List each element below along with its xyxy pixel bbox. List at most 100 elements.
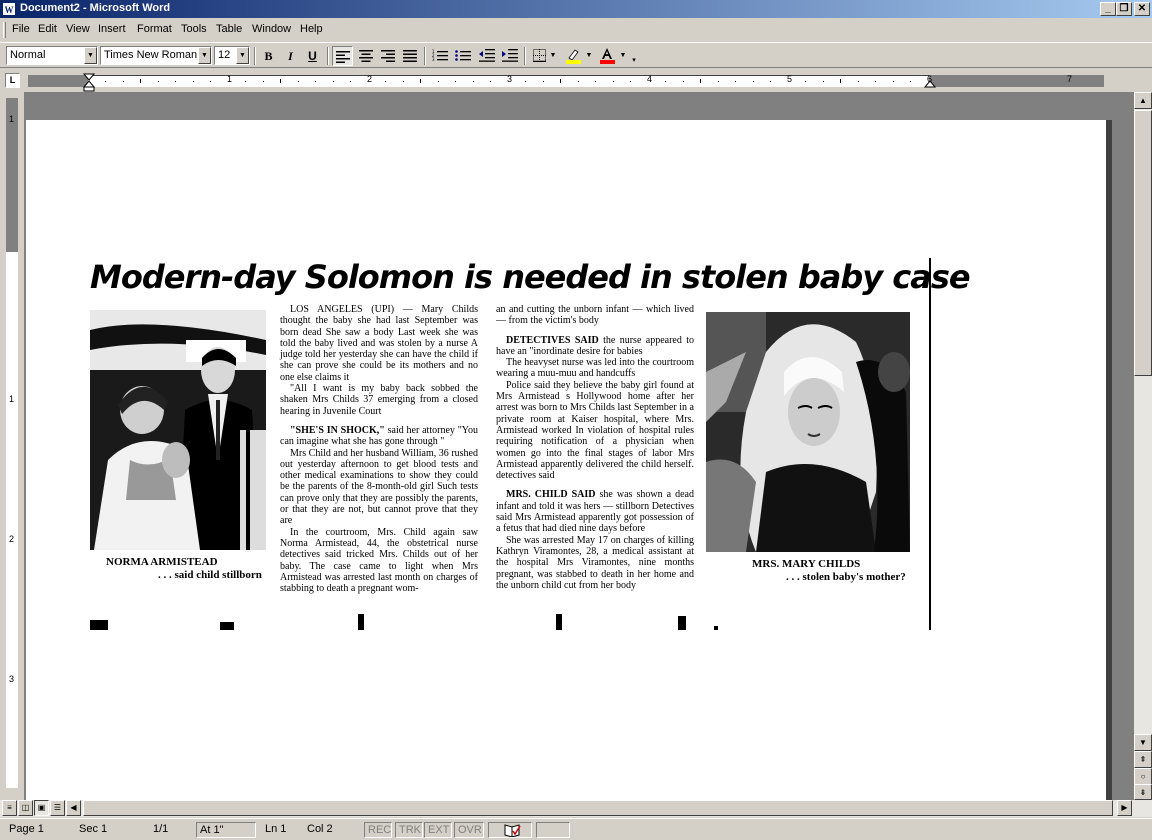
paragraph: DETECTIVES SAID the nurse appeared to ha… — [496, 335, 694, 358]
font-value: Times New Roman — [104, 49, 198, 61]
restore-icon[interactable]: ❐ — [1116, 2, 1132, 16]
ruler-number: 3 — [507, 74, 513, 84]
menu-format[interactable]: Format — [137, 23, 172, 35]
scroll-right-icon[interactable]: ▶ — [1117, 800, 1132, 816]
menu-insert[interactable]: Insert — [98, 23, 126, 35]
style-select[interactable]: Normal ▼ — [6, 46, 98, 65]
toolbar-separator — [254, 47, 256, 65]
cropped-text-fragment — [358, 614, 364, 630]
ruler-number: 2 — [367, 74, 373, 84]
vertical-scrollbar[interactable]: ▲ ▼ ⇞ ○ ⇟ — [1134, 92, 1152, 800]
photo-mary-childs — [706, 312, 910, 552]
caption-right-name: MRS. MARY CHILDS — [752, 558, 861, 570]
bullets-icon[interactable] — [452, 46, 473, 66]
chevron-down-icon[interactable]: ▼ — [84, 47, 97, 64]
chevron-down-icon[interactable]: ▼ — [548, 46, 558, 66]
chevron-down-icon[interactable]: ▼ — [236, 47, 249, 64]
word-icon[interactable]: W — [2, 2, 16, 16]
align-left-icon[interactable] — [332, 46, 353, 66]
status-section[interactable]: Sec 1 — [76, 822, 136, 838]
tab-selector[interactable]: L — [5, 73, 20, 88]
status-trk[interactable]: TRK — [395, 822, 423, 838]
status-page-count[interactable]: 1/1 — [150, 822, 190, 838]
chevron-down-icon[interactable]: ▼ — [584, 46, 594, 66]
previous-page-icon[interactable]: ⇞ — [1134, 751, 1152, 768]
menu-help[interactable]: Help — [300, 23, 323, 35]
decrease-indent-icon[interactable] — [476, 46, 497, 66]
cropped-text-fragment — [220, 622, 234, 630]
font-size-select[interactable]: 12 ▼ — [214, 46, 250, 65]
paragraph: "All I want is my baby back sobbed the s… — [280, 383, 478, 417]
select-browse-object-icon[interactable]: ○ — [1134, 768, 1152, 785]
font-size-value: 12 — [218, 49, 231, 61]
vertical-scroll-thumb[interactable] — [1134, 110, 1152, 376]
status-rec[interactable]: REC — [364, 822, 392, 838]
menu-file[interactable]: File — [12, 23, 30, 35]
cropped-text-fragment — [556, 614, 562, 630]
normal-view-icon[interactable]: ≡ — [2, 800, 17, 816]
highlight-icon[interactable] — [562, 46, 583, 66]
toolbar-separator — [424, 47, 426, 65]
toolbar-separator — [524, 47, 526, 65]
italic-button[interactable]: I — [280, 46, 301, 66]
scroll-left-icon[interactable]: ◀ — [66, 800, 81, 816]
status-line[interactable]: Ln 1 — [262, 822, 302, 838]
spelling-book-icon[interactable] — [488, 822, 532, 838]
svg-text:3: 3 — [432, 57, 435, 62]
document-area[interactable]: Modern-day Solomon is needed in stolen b… — [24, 92, 1134, 800]
minimize-icon[interactable]: _ — [1100, 2, 1116, 16]
menu-window[interactable]: Window — [252, 23, 291, 35]
close-icon[interactable]: ✕ — [1134, 2, 1150, 16]
lead-in: MRS. CHILD SAID — [506, 489, 596, 501]
status-column[interactable]: Col 2 — [304, 822, 360, 838]
lead-in: DETECTIVES SAID — [506, 334, 599, 346]
horizontal-ruler[interactable]: L 1 2 3 4 5 6 7 — [0, 70, 1152, 92]
status-at[interactable]: At 1" — [196, 822, 256, 838]
outline-view-icon[interactable]: ☰ — [50, 800, 65, 816]
ruler-number: 2 — [9, 534, 15, 544]
paragraph: She was arrested May 17 on charges of ki… — [496, 534, 694, 591]
status-bar: Page 1 Sec 1 1/1 At 1" Ln 1 Col 2 REC TR… — [0, 818, 1152, 840]
paragraph: The heavyset nurse was led into the cour… — [496, 357, 694, 380]
next-page-icon[interactable]: ⇟ — [1134, 784, 1152, 800]
paragraph: LOS ANGELES (UPI) — Mary Childs thought … — [280, 304, 478, 383]
paragraph: an and cutting the unborn infant — which… — [496, 304, 694, 327]
menu-tools[interactable]: Tools — [181, 23, 207, 35]
increase-indent-icon[interactable] — [499, 46, 520, 66]
ruler-number: 7 — [1067, 74, 1073, 84]
status-ovr[interactable]: OVR — [454, 822, 484, 838]
caption-right-sub: . . . stolen baby's mother? — [786, 571, 906, 583]
menu-edit[interactable]: Edit — [38, 23, 57, 35]
caption-left: NORMA ARMISTEAD . . . said child stillbo… — [106, 556, 262, 582]
status-page[interactable]: Page 1 — [6, 822, 66, 838]
horizontal-scrollbar[interactable]: ≡ ◫ ▣ ☰ ◀ ▶ — [0, 800, 1152, 817]
vertical-ruler[interactable]: 1 1 2 3 — [0, 92, 24, 800]
print-layout-view-icon[interactable]: ▣ — [34, 800, 49, 816]
ruler-number: 1 — [227, 74, 233, 84]
align-right-icon[interactable] — [377, 46, 398, 66]
chevron-down-icon[interactable]: ▼ — [198, 47, 211, 64]
underline-button[interactable]: U — [302, 46, 323, 66]
borders-icon[interactable] — [529, 46, 550, 66]
justify-icon[interactable] — [399, 46, 420, 66]
chevron-down-icon[interactable]: ▼ — [618, 46, 628, 66]
font-color-icon[interactable] — [596, 46, 617, 66]
ruler-number: 5 — [787, 74, 793, 84]
menu-view[interactable]: View — [66, 23, 90, 35]
horizontal-scroll-thumb[interactable] — [83, 800, 1113, 816]
scroll-up-icon[interactable]: ▲ — [1134, 92, 1152, 109]
menu-table[interactable]: Table — [216, 23, 242, 35]
first-line-indent-marker[interactable] — [83, 70, 95, 92]
align-center-icon[interactable] — [355, 46, 376, 66]
menu-gripper[interactable] — [3, 22, 6, 38]
font-select[interactable]: Times New Roman ▼ — [100, 46, 212, 65]
numbering-icon[interactable]: 123 — [429, 46, 450, 66]
scroll-down-icon[interactable]: ▼ — [1134, 734, 1152, 751]
document-page[interactable]: Modern-day Solomon is needed in stolen b… — [26, 120, 1106, 800]
ruler-number: 1 — [9, 114, 15, 124]
status-ext[interactable]: EXT — [424, 822, 452, 838]
bold-button[interactable]: B — [258, 46, 279, 66]
web-layout-view-icon[interactable]: ◫ — [18, 800, 33, 816]
toolbar-options-icon[interactable]: ▾ — [630, 51, 638, 71]
cropped-text-fragment — [714, 626, 718, 630]
